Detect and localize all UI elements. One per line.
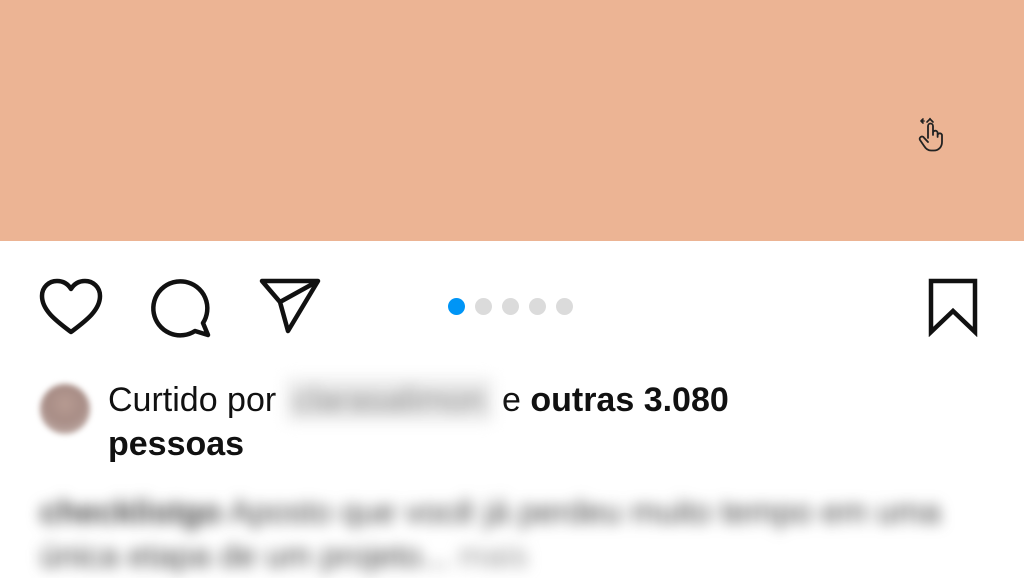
bookmark-icon[interactable]: [926, 277, 980, 337]
liker-avatar[interactable]: [40, 384, 90, 434]
carousel-dot: [475, 297, 492, 315]
paper-plane-icon[interactable]: [258, 277, 322, 335]
post-caption: checklistgo Aposto que você já perdeu mu…: [40, 490, 980, 578]
likes-connector: e: [501, 381, 521, 419]
comment-bubble-icon[interactable]: [150, 277, 212, 339]
carousel-dot-active: [448, 297, 465, 315]
likes-prefix: Curtido por: [108, 381, 277, 419]
liker-username[interactable]: clarasalimon: [285, 378, 493, 422]
post-image[interactable]: [0, 0, 1024, 241]
carousel-dot: [556, 297, 573, 315]
swipe-hand-icon: [918, 117, 943, 152]
likes-summary: Curtido por clarasalimon e outras 3.080 …: [40, 378, 1000, 468]
carousel-indicator: [448, 297, 573, 315]
caption-more-link[interactable]: mais: [458, 537, 528, 574]
likes-text: Curtido por clarasalimon e outras 3.080 …: [108, 378, 988, 466]
post-actions-bar: [0, 241, 1024, 371]
carousel-dot: [502, 297, 519, 315]
likes-others-count[interactable]: outras 3.080: [530, 381, 728, 419]
heart-icon[interactable]: [38, 277, 104, 337]
carousel-dot: [529, 297, 546, 315]
likes-suffix[interactable]: pessoas: [108, 425, 244, 463]
caption-username[interactable]: checklistgo: [40, 493, 222, 530]
